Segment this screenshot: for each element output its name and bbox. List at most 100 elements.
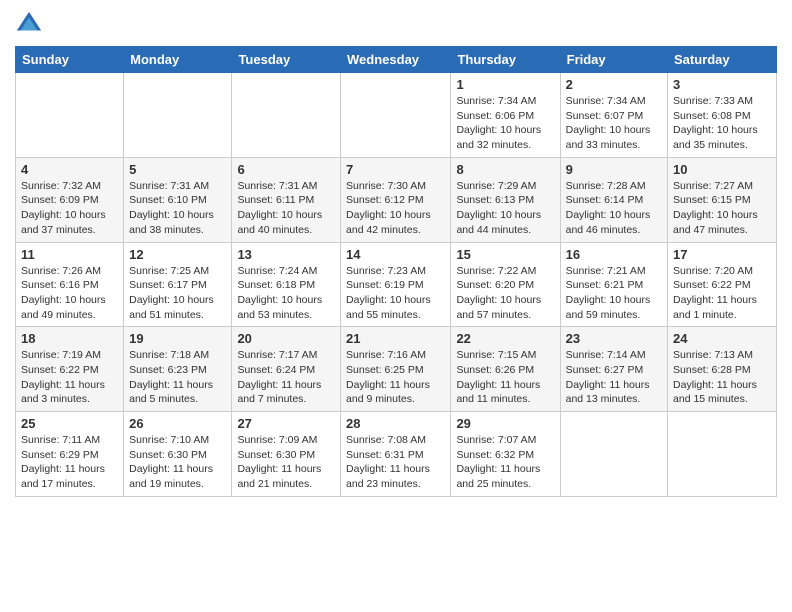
day-number: 4	[21, 162, 118, 177]
day-number: 22	[456, 331, 554, 346]
day-number: 12	[129, 247, 226, 262]
day-info: Sunrise: 7:25 AM Sunset: 6:17 PM Dayligh…	[129, 264, 226, 323]
day-number: 6	[237, 162, 335, 177]
day-number: 17	[673, 247, 771, 262]
day-info: Sunrise: 7:10 AM Sunset: 6:30 PM Dayligh…	[129, 433, 226, 492]
calendar-cell: 19 Sunrise: 7:18 AM Sunset: 6:23 PM Dayli…	[124, 327, 232, 412]
calendar-week-row: 25 Sunrise: 7:11 AM Sunset: 6:29 PM Dayli…	[16, 412, 777, 497]
day-info: Sunrise: 7:28 AM Sunset: 6:14 PM Dayligh…	[566, 179, 662, 238]
weekday-header-friday: Friday	[560, 47, 667, 73]
calendar-cell: 1 Sunrise: 7:34 AM Sunset: 6:06 PM Daylig…	[451, 73, 560, 158]
day-info: Sunrise: 7:21 AM Sunset: 6:21 PM Dayligh…	[566, 264, 662, 323]
calendar-cell: 21 Sunrise: 7:16 AM Sunset: 6:25 PM Dayli…	[341, 327, 451, 412]
day-info: Sunrise: 7:16 AM Sunset: 6:25 PM Dayligh…	[346, 348, 445, 407]
day-info: Sunrise: 7:27 AM Sunset: 6:15 PM Dayligh…	[673, 179, 771, 238]
calendar-cell: 27 Sunrise: 7:09 AM Sunset: 6:30 PM Dayli…	[232, 412, 341, 497]
calendar-cell: 7Sunrise: 7:30 AM Sunset: 6:12 PM Daylig…	[341, 157, 451, 242]
calendar-cell: 15Sunrise: 7:22 AM Sunset: 6:20 PM Dayli…	[451, 242, 560, 327]
calendar-cell: 17 Sunrise: 7:20 AM Sunset: 6:22 PM Dayli…	[668, 242, 777, 327]
day-info: Sunrise: 7:18 AM Sunset: 6:23 PM Dayligh…	[129, 348, 226, 407]
day-number: 14	[346, 247, 445, 262]
calendar-cell: 11 Sunrise: 7:26 AM Sunset: 6:16 PM Dayli…	[16, 242, 124, 327]
day-number: 18	[21, 331, 118, 346]
page-header	[15, 10, 777, 38]
day-info: Sunrise: 7:32 AM Sunset: 6:09 PM Dayligh…	[21, 179, 118, 238]
day-info: Sunrise: 7:23 AM Sunset: 6:19 PM Dayligh…	[346, 264, 445, 323]
calendar-header-row: SundayMondayTuesdayWednesdayThursdayFrid…	[16, 47, 777, 73]
logo	[15, 10, 47, 38]
day-number: 10	[673, 162, 771, 177]
weekday-header-saturday: Saturday	[668, 47, 777, 73]
weekday-header-wednesday: Wednesday	[341, 47, 451, 73]
calendar-cell	[341, 73, 451, 158]
calendar-cell	[560, 412, 667, 497]
calendar-cell: 5Sunrise: 7:31 AM Sunset: 6:10 PM Daylig…	[124, 157, 232, 242]
day-info: Sunrise: 7:34 AM Sunset: 6:06 PM Dayligh…	[456, 94, 554, 153]
calendar-cell: 4 Sunrise: 7:32 AM Sunset: 6:09 PM Daylig…	[16, 157, 124, 242]
day-number: 19	[129, 331, 226, 346]
day-number: 2	[566, 77, 662, 92]
calendar-cell: 6 Sunrise: 7:31 AM Sunset: 6:11 PM Daylig…	[232, 157, 341, 242]
day-number: 25	[21, 416, 118, 431]
calendar-cell: 16 Sunrise: 7:21 AM Sunset: 6:21 PM Dayli…	[560, 242, 667, 327]
calendar-week-row: 1 Sunrise: 7:34 AM Sunset: 6:06 PM Daylig…	[16, 73, 777, 158]
calendar-cell: 13 Sunrise: 7:24 AM Sunset: 6:18 PM Dayli…	[232, 242, 341, 327]
day-number: 8	[456, 162, 554, 177]
logo-icon	[15, 10, 43, 38]
calendar-cell	[668, 412, 777, 497]
day-number: 16	[566, 247, 662, 262]
day-info: Sunrise: 7:17 AM Sunset: 6:24 PM Dayligh…	[237, 348, 335, 407]
day-number: 27	[237, 416, 335, 431]
calendar-cell: 2 Sunrise: 7:34 AM Sunset: 6:07 PM Daylig…	[560, 73, 667, 158]
calendar-week-row: 4 Sunrise: 7:32 AM Sunset: 6:09 PM Daylig…	[16, 157, 777, 242]
calendar-cell: 8 Sunrise: 7:29 AM Sunset: 6:13 PM Daylig…	[451, 157, 560, 242]
calendar-cell: 24Sunrise: 7:13 AM Sunset: 6:28 PM Dayli…	[668, 327, 777, 412]
day-number: 26	[129, 416, 226, 431]
calendar-cell: 18 Sunrise: 7:19 AM Sunset: 6:22 PM Dayli…	[16, 327, 124, 412]
calendar-cell	[16, 73, 124, 158]
day-number: 23	[566, 331, 662, 346]
day-info: Sunrise: 7:11 AM Sunset: 6:29 PM Dayligh…	[21, 433, 118, 492]
calendar-cell: 26 Sunrise: 7:10 AM Sunset: 6:30 PM Dayli…	[124, 412, 232, 497]
day-info: Sunrise: 7:09 AM Sunset: 6:30 PM Dayligh…	[237, 433, 335, 492]
day-info: Sunrise: 7:15 AM Sunset: 6:26 PM Dayligh…	[456, 348, 554, 407]
calendar-cell: 3 Sunrise: 7:33 AM Sunset: 6:08 PM Daylig…	[668, 73, 777, 158]
day-info: Sunrise: 7:34 AM Sunset: 6:07 PM Dayligh…	[566, 94, 662, 153]
calendar-cell: 23Sunrise: 7:14 AM Sunset: 6:27 PM Dayli…	[560, 327, 667, 412]
calendar-cell: 14 Sunrise: 7:23 AM Sunset: 6:19 PM Dayli…	[341, 242, 451, 327]
day-number: 5	[129, 162, 226, 177]
day-number: 21	[346, 331, 445, 346]
day-number: 28	[346, 416, 445, 431]
day-number: 11	[21, 247, 118, 262]
day-info: Sunrise: 7:26 AM Sunset: 6:16 PM Dayligh…	[21, 264, 118, 323]
day-info: Sunrise: 7:19 AM Sunset: 6:22 PM Dayligh…	[21, 348, 118, 407]
day-info: Sunrise: 7:29 AM Sunset: 6:13 PM Dayligh…	[456, 179, 554, 238]
day-number: 20	[237, 331, 335, 346]
day-info: Sunrise: 7:22 AM Sunset: 6:20 PM Dayligh…	[456, 264, 554, 323]
day-info: Sunrise: 7:20 AM Sunset: 6:22 PM Dayligh…	[673, 264, 771, 323]
day-number: 1	[456, 77, 554, 92]
day-info: Sunrise: 7:33 AM Sunset: 6:08 PM Dayligh…	[673, 94, 771, 153]
day-number: 13	[237, 247, 335, 262]
day-number: 9	[566, 162, 662, 177]
day-number: 24	[673, 331, 771, 346]
calendar-cell	[232, 73, 341, 158]
calendar-week-row: 18 Sunrise: 7:19 AM Sunset: 6:22 PM Dayli…	[16, 327, 777, 412]
calendar-cell: 28 Sunrise: 7:08 AM Sunset: 6:31 PM Dayli…	[341, 412, 451, 497]
day-info: Sunrise: 7:08 AM Sunset: 6:31 PM Dayligh…	[346, 433, 445, 492]
calendar-table: SundayMondayTuesdayWednesdayThursdayFrid…	[15, 46, 777, 497]
calendar-cell: 22 Sunrise: 7:15 AM Sunset: 6:26 PM Dayli…	[451, 327, 560, 412]
calendar-cell: 20 Sunrise: 7:17 AM Sunset: 6:24 PM Dayli…	[232, 327, 341, 412]
calendar-cell: 25 Sunrise: 7:11 AM Sunset: 6:29 PM Dayli…	[16, 412, 124, 497]
weekday-header-monday: Monday	[124, 47, 232, 73]
day-info: Sunrise: 7:24 AM Sunset: 6:18 PM Dayligh…	[237, 264, 335, 323]
calendar-cell	[124, 73, 232, 158]
weekday-header-tuesday: Tuesday	[232, 47, 341, 73]
weekday-header-sunday: Sunday	[16, 47, 124, 73]
day-info: Sunrise: 7:07 AM Sunset: 6:32 PM Dayligh…	[456, 433, 554, 492]
calendar-week-row: 11 Sunrise: 7:26 AM Sunset: 6:16 PM Dayli…	[16, 242, 777, 327]
calendar-cell: 29Sunrise: 7:07 AM Sunset: 6:32 PM Dayli…	[451, 412, 560, 497]
day-number: 3	[673, 77, 771, 92]
day-info: Sunrise: 7:31 AM Sunset: 6:11 PM Dayligh…	[237, 179, 335, 238]
calendar-cell: 9 Sunrise: 7:28 AM Sunset: 6:14 PM Daylig…	[560, 157, 667, 242]
